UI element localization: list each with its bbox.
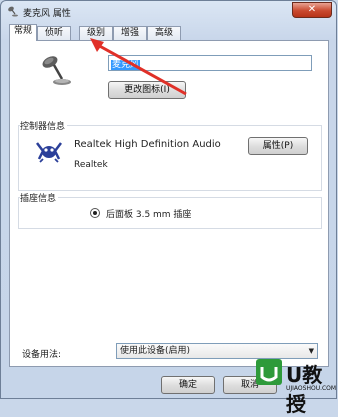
tab-levels[interactable]: 级别	[79, 26, 113, 40]
device-usage-label: 设备用法:	[22, 350, 62, 360]
watermark-site: UJIAOSHOU.COM	[286, 385, 337, 392]
watermark-logo: U教授 UJIAOSHOU.COM	[250, 355, 337, 416]
jack-description: 后面板 3.5 mm 插座	[106, 210, 192, 220]
controller-vendor: Realtek	[74, 160, 108, 170]
controller-info-label: 控制器信息	[20, 119, 68, 132]
realtek-crab-icon	[36, 142, 62, 163]
jack-color-indicator	[90, 208, 100, 218]
tab-listen[interactable]: 侦听	[37, 26, 71, 40]
controller-properties-button[interactable]: 属性(P)	[248, 137, 308, 155]
device-name-input[interactable]: 麦克风	[108, 55, 312, 71]
close-icon: ✕	[307, 4, 317, 15]
tab-advanced[interactable]: 高级	[147, 26, 181, 40]
tab-general[interactable]: 常规	[9, 24, 37, 41]
change-icon-button[interactable]: 更改图标(I)	[108, 81, 186, 99]
properties-window: 麦克风 属性 ✕ 常规 侦听 级别 增强 高级 麦克风 更改图标(I) 控制器信…	[0, 0, 337, 399]
tab-enhancements[interactable]: 增强	[113, 26, 147, 40]
microphone-device-icon	[42, 56, 71, 85]
controller-name: Realtek High Definition Audio	[74, 139, 221, 150]
microphone-icon	[8, 6, 18, 17]
title-bar[interactable]: 麦克风 属性 ✕	[1, 1, 336, 23]
general-tab-panel: 麦克风 更改图标(I) 控制器信息 Realtek High Definitio…	[9, 40, 329, 367]
ok-button[interactable]: 确定	[161, 376, 215, 394]
window-title: 麦克风 属性	[23, 9, 71, 19]
close-button[interactable]: ✕	[292, 2, 332, 18]
jack-info-label: 插座信息	[20, 191, 59, 204]
watermark-badge-icon	[256, 359, 282, 385]
